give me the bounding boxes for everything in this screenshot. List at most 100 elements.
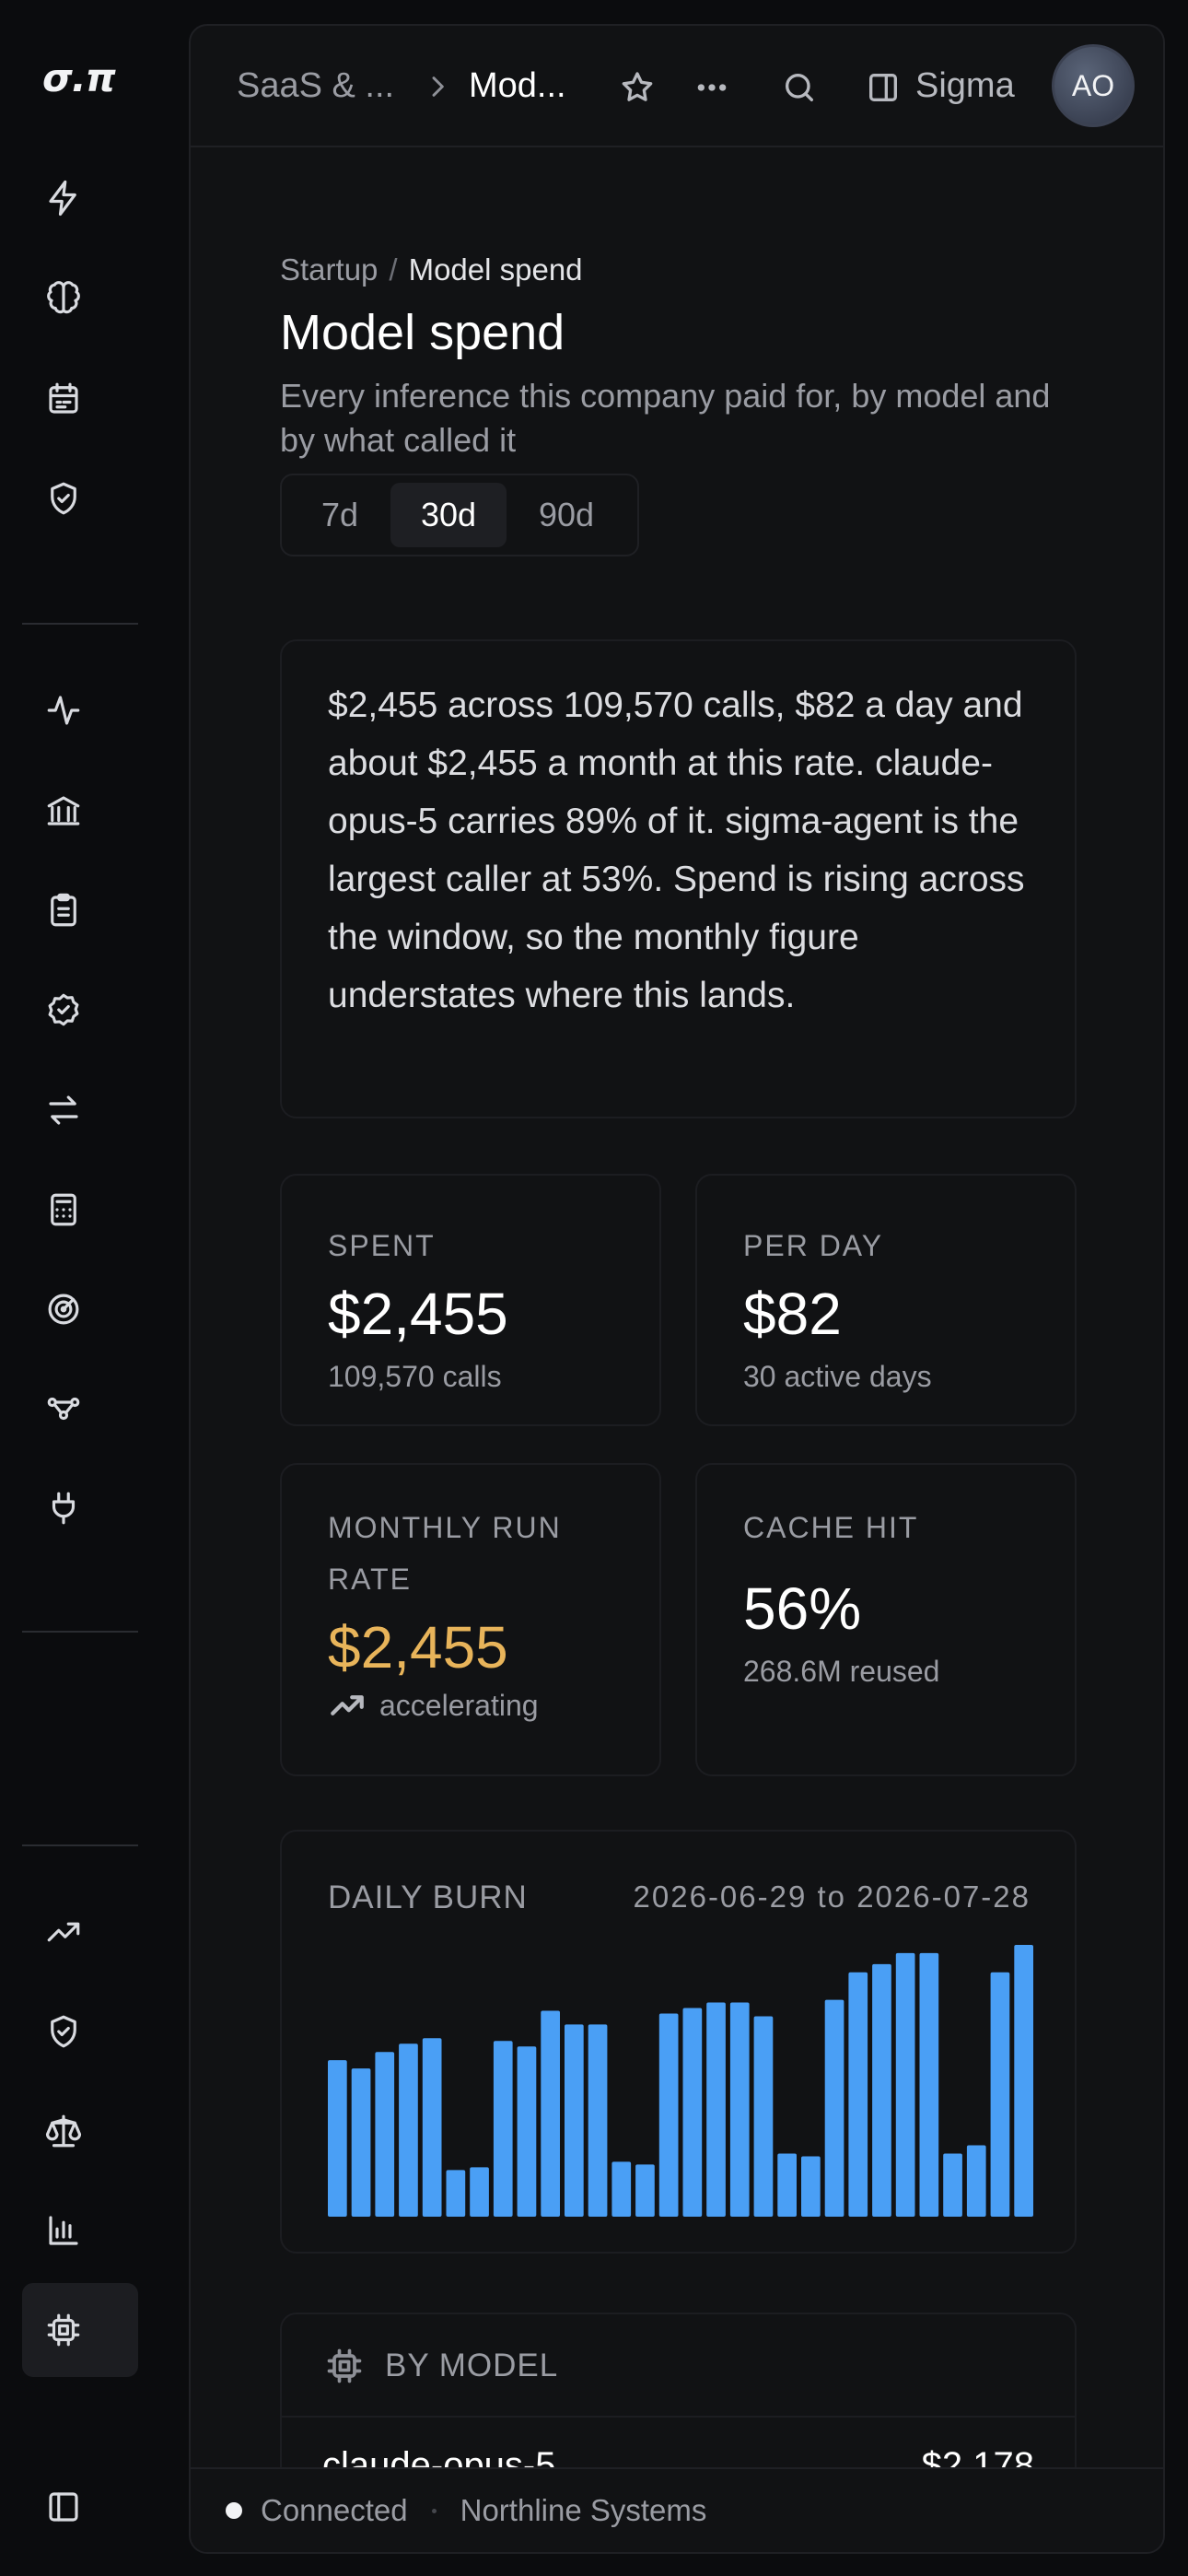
daily-burn-bar[interactable] <box>588 2024 608 2217</box>
range-7d[interactable]: 7d <box>289 483 390 547</box>
stat-value: $2,455 <box>328 1281 508 1347</box>
bank-icon[interactable] <box>41 788 87 834</box>
daily-burn-bar[interactable] <box>706 2002 726 2217</box>
daily-burn-bar[interactable] <box>658 2013 679 2217</box>
daily-burn-card: DAILY BURN 2026-06-29 to 2026-07-28 <box>280 1830 1077 2254</box>
daily-burn-bar[interactable] <box>446 2170 466 2217</box>
daily-burn-bar[interactable] <box>682 2008 703 2217</box>
stat-run-rate: MONTHLY RUN RATE $2,455 accelerating <box>280 1463 661 1776</box>
status-bar: Connected Northline Systems <box>191 2467 1163 2552</box>
bar-chart-icon[interactable] <box>41 2207 87 2254</box>
daily-burn-bar[interactable] <box>399 2043 418 2217</box>
trending-up-icon <box>331 1695 364 1715</box>
stat-cache-hit: CACHE HIT 56% 268.6M reused <box>695 1463 1077 1776</box>
daily-burn-bar[interactable] <box>824 1999 844 2217</box>
workspace-label[interactable]: Sigma <box>915 66 1015 106</box>
trending-up-icon[interactable] <box>41 1909 87 1955</box>
daily-burn-bar[interactable] <box>801 2156 821 2217</box>
calculator-icon[interactable] <box>41 1187 87 1233</box>
range-30d[interactable]: 30d <box>390 483 507 547</box>
calendar-icon[interactable] <box>41 376 87 422</box>
connection-dot-icon <box>226 2502 242 2519</box>
stat-spent: SPENT $2,455 109,570 calls <box>280 1174 661 1426</box>
daily-burn-bar[interactable] <box>729 2002 750 2217</box>
badge-check-icon[interactable] <box>41 987 87 1033</box>
scale-icon[interactable] <box>41 2108 87 2154</box>
daily-burn-bar[interactable] <box>470 2167 489 2217</box>
topbar-crumb-current[interactable]: Mod... <box>469 66 566 106</box>
panel-toggle-icon[interactable] <box>860 64 906 111</box>
stat-value: $82 <box>743 1281 842 1347</box>
org-name[interactable]: Northline Systems <box>460 2493 707 2528</box>
cpu-icon[interactable] <box>41 2307 87 2353</box>
daily-burn-bar[interactable] <box>541 2010 560 2218</box>
daily-burn-bar[interactable] <box>919 1952 939 2217</box>
range-selector: 7d 30d 90d <box>280 474 639 556</box>
top-bar: SaaS & ... Mod... Sigma AO <box>191 26 1163 147</box>
left-rail: σ.π <box>0 0 189 2576</box>
bolt-icon[interactable] <box>41 175 87 221</box>
daily-burn-bar[interactable] <box>422 2038 442 2217</box>
stat-label: MONTHLY RUN RATE <box>328 1511 562 1596</box>
stat-label: PER DAY <box>743 1229 884 1262</box>
daily-burn-bar[interactable] <box>872 1963 891 2217</box>
by-model-header: BY MODEL <box>324 2346 558 2386</box>
daily-burn-bar[interactable] <box>328 2060 347 2217</box>
daily-burn-bar[interactable] <box>895 1952 915 2217</box>
stat-label: CACHE HIT <box>743 1511 919 1544</box>
stat-sub: 30 active days <box>743 1360 932 1393</box>
daily-burn-bar[interactable] <box>943 2153 962 2217</box>
shield-check-icon[interactable] <box>41 475 87 521</box>
star-icon[interactable] <box>614 64 660 111</box>
daily-burn-bar[interactable] <box>848 1972 868 2217</box>
plug-icon[interactable] <box>41 1485 87 1531</box>
stat-label: SPENT <box>328 1229 436 1262</box>
daily-burn-bar[interactable] <box>493 2041 513 2217</box>
chart-title: DAILY BURN <box>328 1879 528 1915</box>
rail-divider <box>22 1631 138 1633</box>
status-separator <box>431 2508 437 2513</box>
sidebar-toggle-icon[interactable] <box>41 2484 87 2530</box>
swap-icon[interactable] <box>41 1087 87 1133</box>
daily-burn-bar[interactable] <box>351 2068 371 2217</box>
daily-burn-bar[interactable] <box>753 2016 774 2217</box>
topbar-crumb-parent[interactable]: SaaS & ... <box>237 66 394 106</box>
more-horizontal-icon[interactable] <box>689 64 735 111</box>
daily-burn-bar[interactable] <box>517 2046 537 2217</box>
daily-burn-bar[interactable] <box>635 2164 655 2217</box>
daily-burn-bar[interactable] <box>611 2161 632 2217</box>
search-icon[interactable] <box>776 64 822 111</box>
breadcrumb-parent[interactable]: Startup <box>280 252 378 287</box>
page-subtitle: Every inference this company paid for, b… <box>280 377 1051 459</box>
breadcrumb-current: Model spend <box>408 252 583 287</box>
breadcrumb-separator: / <box>389 252 398 287</box>
daily-burn-bar[interactable] <box>375 2052 395 2217</box>
main-panel: SaaS & ... Mod... Sigma AO Startup / Model… <box>189 24 1165 2554</box>
cpu-icon <box>327 2348 362 2383</box>
daily-burn-bar[interactable] <box>966 2145 986 2217</box>
range-90d[interactable]: 90d <box>507 483 626 547</box>
daily-burn-bar[interactable] <box>777 2153 797 2217</box>
chart-date-range: 2026-06-29 to 2026-07-28 <box>633 1879 1031 1914</box>
workflow-icon[interactable] <box>41 1386 87 1432</box>
chevron-right-icon <box>423 72 452 106</box>
clipboard-icon[interactable] <box>41 887 87 933</box>
stat-value: $2,455 <box>328 1614 508 1680</box>
brand-logo[interactable]: σ.π <box>42 55 116 100</box>
stat-sub-text: accelerating <box>379 1688 539 1722</box>
daily-burn-bar[interactable] <box>1014 1944 1033 2217</box>
summary-text: $2,455 across 109,570 calls, $82 a day a… <box>328 685 1025 1015</box>
shield-check-icon[interactable] <box>41 2008 87 2055</box>
radar-icon[interactable] <box>41 1286 87 1332</box>
avatar[interactable]: AO <box>1052 44 1135 127</box>
daily-burn-chart <box>328 1944 1033 2218</box>
activity-icon[interactable] <box>41 687 87 733</box>
daily-burn-bar[interactable] <box>565 2024 584 2217</box>
breadcrumb: Startup / Model spend <box>280 252 583 287</box>
daily-burn-bar[interactable] <box>990 1972 1010 2217</box>
summary-card: $2,455 across 109,570 calls, $82 a day a… <box>280 639 1077 1118</box>
page-title: Model spend <box>280 305 565 360</box>
brain-icon[interactable] <box>41 275 87 322</box>
stat-per-day: PER DAY $82 30 active days <box>695 1174 1077 1426</box>
stat-sub: 109,570 calls <box>328 1360 502 1393</box>
